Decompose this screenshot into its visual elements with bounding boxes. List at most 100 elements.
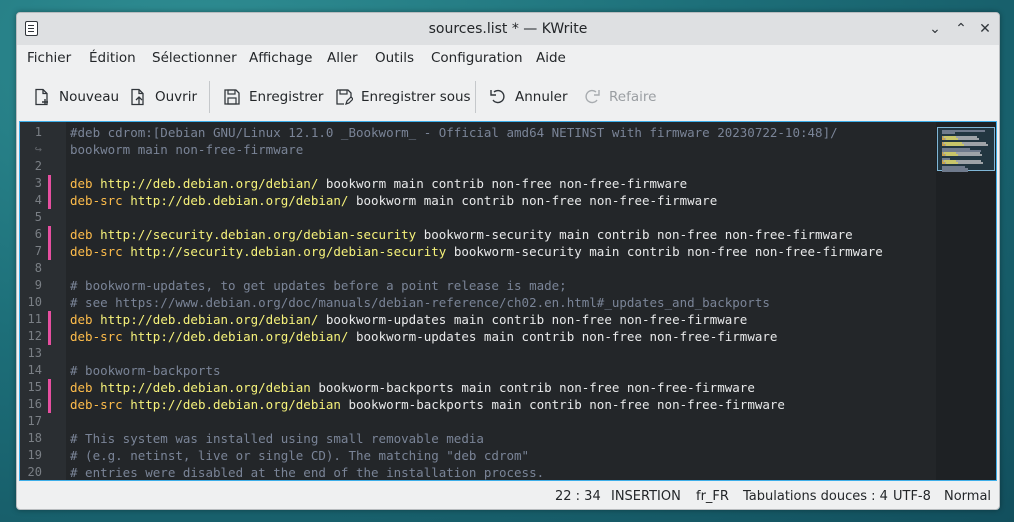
line-number: 4 — [34, 193, 42, 207]
line-number: 5 — [34, 210, 42, 224]
menu-outils[interactable]: Outils — [375, 50, 414, 66]
save-as-icon — [335, 88, 354, 106]
open-button[interactable]: Ouvrir — [129, 79, 197, 115]
menu-affichage[interactable]: Affichage — [249, 50, 312, 66]
cursor-position[interactable]: 22 : 34 — [555, 489, 601, 504]
line-number: 15 — [27, 380, 42, 394]
code-line[interactable]: 8 — [20, 260, 936, 277]
open-button-label: Ouvrir — [155, 89, 198, 105]
save-button-label: Enregistrer — [249, 89, 324, 105]
minimap-line — [964, 144, 988, 146]
modified-line-marker — [48, 328, 51, 345]
code-line[interactable]: 15 deb http://deb.debian.org/debian bookw… — [20, 379, 936, 396]
line-number: 13 — [27, 346, 42, 360]
code-token: bookworm main contrib non-free non-free-… — [318, 176, 688, 191]
code-text: deb-src http://deb.debian.org/debian/ bo… — [70, 192, 717, 209]
code-line[interactable]: 9 # bookworm-updates, to get updates befo… — [20, 277, 936, 294]
code-token: bookworm-backports main contrib non-free… — [340, 397, 785, 412]
code-line[interactable]: 5 — [20, 209, 936, 226]
minimize-icon[interactable]: ⌄ — [925, 19, 945, 39]
line-number: 8 — [34, 261, 42, 275]
code-line[interactable]: 19 # (e.g. netinst, live or single CD). T… — [20, 447, 936, 464]
menu-fichier[interactable]: Fichier — [27, 50, 71, 66]
line-number: 10 — [27, 295, 42, 309]
text-editor[interactable]: 1 #deb cdrom:[Debian GNU/Linux 12.1.0 _Bo… — [19, 121, 997, 481]
title-bar[interactable]: sources.list * — KWrite ⌄ ⌃ ✕ — [17, 13, 999, 45]
line-number: 14 — [27, 363, 42, 377]
code-text: # bookworm-backports — [70, 362, 221, 379]
maximize-icon[interactable]: ⌃ — [951, 19, 971, 39]
code-line[interactable]: 12 deb-src http://deb.debian.org/debian/ … — [20, 328, 936, 345]
code-line[interactable]: 2 — [20, 158, 936, 175]
minimap-line — [942, 132, 955, 134]
minimap-line — [946, 138, 958, 140]
save-as-button[interactable]: Enregistrer sous — [335, 79, 471, 115]
line-number: 6 — [34, 227, 42, 241]
code-text: # entries were disabled at the end of th… — [70, 464, 544, 480]
code-line[interactable]: 20 # entries were disabled at the end of … — [20, 464, 936, 480]
syntax-highlight-mode[interactable]: Normal — [944, 489, 991, 504]
code-text: # bookworm-updates, to get updates befor… — [70, 277, 567, 294]
line-number: 18 — [27, 431, 42, 445]
menu-aller[interactable]: Aller — [327, 50, 358, 66]
input-mode[interactable]: INSERTION — [611, 489, 681, 504]
open-document-icon — [129, 88, 147, 106]
code-token: http://deb.debian.org/debian/ — [100, 312, 319, 327]
code-line[interactable]: 18 # This system was installed using smal… — [20, 430, 936, 447]
code-line[interactable]: 3 deb http://deb.debian.org/debian/ bookw… — [20, 175, 936, 192]
code-token: bookworm-security main contrib non-free … — [416, 227, 853, 242]
code-line[interactable]: 10 # see https://www.debian.org/doc/manua… — [20, 294, 936, 311]
indentation-settings[interactable]: Tabulations douces : 4 — [743, 489, 888, 504]
new-button[interactable]: Nouveau — [33, 79, 119, 115]
code-line[interactable]: 1 #deb cdrom:[Debian GNU/Linux 12.1.0 _Bo… — [20, 124, 936, 141]
redo-button[interactable]: Refaire — [583, 79, 656, 115]
code-line[interactable]: 17 — [20, 413, 936, 430]
minimap-line — [946, 162, 958, 164]
code-line[interactable]: 14 # bookworm-backports — [20, 362, 936, 379]
code-token: http://deb.debian.org/debian — [100, 380, 311, 395]
save-button[interactable]: Enregistrer — [223, 79, 323, 115]
undo-button[interactable]: Annuler — [489, 79, 568, 115]
code-token: http://security.debian.org/debian-securi… — [130, 244, 447, 259]
code-text: deb http://deb.debian.org/debian/ bookwo… — [70, 175, 687, 192]
code-line[interactable]: 13 — [20, 345, 936, 362]
minimap-line — [946, 144, 964, 146]
redo-button-label: Refaire — [609, 89, 657, 105]
encoding[interactable]: UTF-8 — [893, 489, 931, 504]
menu-configuration[interactable]: Configuration — [431, 50, 523, 66]
minimap-scrollbar[interactable] — [936, 122, 996, 480]
kwrite-window: sources.list * — KWrite ⌄ ⌃ ✕ Fichier Éd… — [16, 12, 1000, 510]
code-text: deb http://security.debian.org/debian-se… — [70, 226, 853, 243]
code-token: #deb cdrom:[Debian GNU/Linux 12.1.0 _Boo… — [70, 125, 838, 140]
code-line[interactable]: ↪ bookworm main non-free-firmware — [20, 141, 936, 158]
new-document-icon — [33, 88, 51, 106]
menu-edition[interactable]: Édition — [89, 50, 136, 66]
line-number: 17 — [27, 414, 42, 428]
code-token: # This system was installed using small … — [70, 431, 484, 446]
minimap-line — [958, 138, 979, 140]
code-line[interactable]: 6 deb http://security.debian.org/debian-s… — [20, 226, 936, 243]
code-token: http://deb.debian.org/debian/ — [100, 176, 319, 191]
line-number: 12 — [27, 329, 42, 343]
dictionary-language[interactable]: fr_FR — [696, 489, 729, 504]
code-line[interactable]: 11 deb http://deb.debian.org/debian/ book… — [20, 311, 936, 328]
code-text: deb-src http://deb.debian.org/debian/ bo… — [70, 328, 777, 345]
status-bar: 22 : 34 INSERTION fr_FR Tabulations douc… — [17, 485, 999, 509]
code-line[interactable]: 7 deb-src http://security.debian.org/debi… — [20, 243, 936, 260]
main-toolbar: Nouveau Ouvrir Enregistrer Enregistrer s… — [17, 79, 999, 115]
toolbar-separator — [209, 81, 210, 113]
menu-selectionner[interactable]: Sélectionner — [152, 50, 237, 66]
modified-line-marker — [48, 243, 51, 260]
close-icon[interactable]: ✕ — [975, 19, 995, 39]
code-text: bookworm main non-free-firmware — [70, 141, 303, 158]
line-number: 9 — [34, 278, 42, 292]
new-button-label: Nouveau — [59, 89, 120, 105]
code-line[interactable]: 4 deb-src http://deb.debian.org/debian/ b… — [20, 192, 936, 209]
code-line[interactable]: 16 deb-src http://deb.debian.org/debian b… — [20, 396, 936, 413]
code-token: deb — [70, 312, 93, 327]
code-token: deb-src — [70, 329, 123, 344]
menu-aide[interactable]: Aide — [536, 50, 566, 66]
line-number: 20 — [27, 465, 42, 479]
code-token: http://security.debian.org/debian-securi… — [100, 227, 417, 242]
